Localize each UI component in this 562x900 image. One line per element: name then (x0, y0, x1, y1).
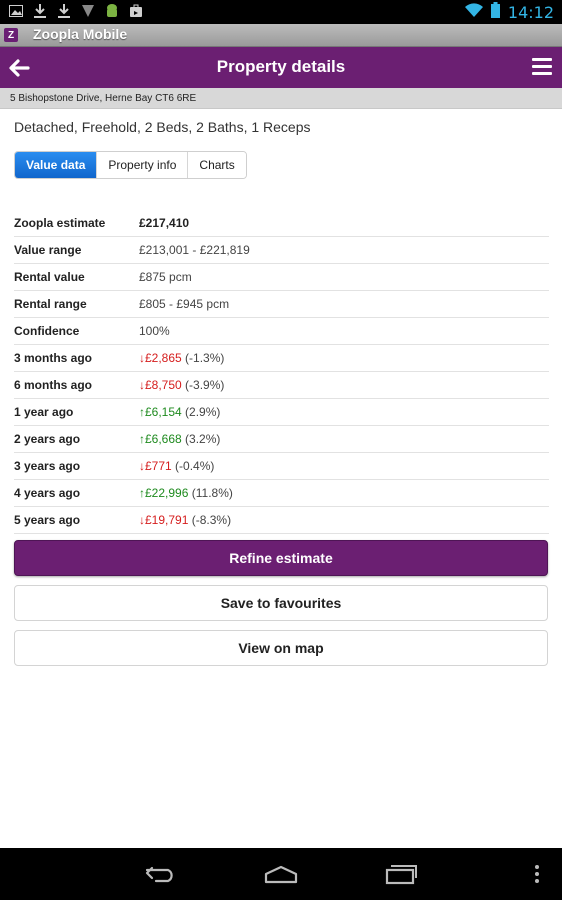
table-row: 6 months ago ↓£8,750 (-3.9%) (14, 372, 549, 399)
image-icon (8, 3, 24, 19)
tab-charts[interactable]: Charts (188, 152, 246, 178)
store-icon (128, 3, 144, 19)
table-row: Confidence 100% (14, 318, 549, 345)
row-label: 6 months ago (14, 378, 93, 392)
tab-property-info[interactable]: Property info (97, 152, 189, 178)
download-icon (32, 3, 48, 19)
property-summary: Detached, Freehold, 2 Beds, 2 Baths, 1 R… (14, 119, 311, 135)
row-value: ↓£19,791 (-8.3%) (139, 513, 231, 527)
row-value: ↑£6,668 (3.2%) (139, 432, 220, 446)
change-amount: £2,865 (145, 351, 182, 365)
property-address: 5 Bishopstone Drive, Herne Bay CT6 6RE (0, 88, 562, 109)
table-row: 4 years ago ↑£22,996 (11.8%) (14, 480, 549, 507)
change-percent: (3.2%) (185, 432, 221, 446)
nav-recent-apps-button[interactable] (381, 860, 421, 888)
row-value: ↓£2,865 (-1.3%) (139, 351, 224, 365)
row-value: 100% (139, 324, 170, 338)
view-on-map-button[interactable]: View on map (14, 630, 548, 666)
status-bar: 14:12 (0, 0, 562, 24)
table-row: Rental value £875 pcm (14, 264, 549, 291)
overflow-menu-button[interactable] (517, 860, 557, 888)
menu-icon-line (532, 58, 552, 61)
page-title: Property details (216, 57, 346, 76)
row-label: 2 years ago (14, 432, 81, 446)
change-amount: £6,154 (145, 405, 182, 419)
nav-home-button[interactable] (261, 860, 301, 888)
change-amount: £22,996 (145, 486, 189, 500)
change-percent: (11.8%) (191, 486, 233, 500)
clock: 14:12 (507, 3, 554, 22)
menu-button[interactable] (532, 58, 552, 76)
row-label: Zoopla estimate (14, 216, 106, 230)
change-amount: £771 (145, 459, 172, 473)
row-value: ↓£8,750 (-3.9%) (139, 378, 224, 392)
table-row: 5 years ago ↓£19,791 (-8.3%) (14, 507, 549, 534)
change-percent: (-0.4%) (175, 459, 215, 473)
android-icon (104, 3, 120, 19)
change-percent: (-3.9%) (185, 378, 225, 392)
row-label: Rental range (14, 297, 87, 311)
change-percent: (-8.3%) (191, 513, 232, 527)
app-icon: Z (4, 28, 18, 42)
nav-home-icon (264, 865, 298, 884)
value-data-table: Zoopla estimate £217,410 Value range £21… (14, 210, 549, 534)
download-icon (56, 3, 72, 19)
tab-bar: Value data Property info Charts (14, 151, 247, 179)
save-to-favourites-button[interactable]: Save to favourites (14, 585, 548, 621)
header: Property details (0, 47, 562, 88)
table-row: 3 years ago ↓£771 (-0.4%) (14, 453, 549, 480)
table-row: 2 years ago ↑£6,668 (3.2%) (14, 426, 549, 453)
row-value: £217,410 (139, 216, 190, 230)
battery-icon (490, 2, 500, 23)
row-value: ↓£771 (-0.4%) (139, 459, 214, 473)
row-label: 5 years ago (14, 513, 81, 527)
system-navigation-bar (0, 848, 562, 900)
row-value: £805 - £945 pcm (139, 297, 230, 311)
menu-icon-line (532, 65, 552, 68)
row-label: Value range (14, 243, 82, 257)
nav-recent-apps-icon (385, 865, 417, 885)
table-row: Value range £213,001 - £221,819 (14, 237, 549, 264)
wifi-icon (464, 3, 483, 22)
row-label: Rental value (14, 270, 85, 284)
table-row: 3 months ago ↓£2,865 (-1.3%) (14, 345, 549, 372)
nav-back-icon (145, 866, 173, 883)
row-value: £213,001 - £221,819 (139, 243, 250, 257)
change-percent: (-1.3%) (185, 351, 225, 365)
overflow-dots-icon (535, 865, 539, 883)
table-row: Rental range £805 - £945 pcm (14, 291, 549, 318)
change-amount: £8,750 (145, 378, 182, 392)
menu-icon-line (532, 72, 552, 75)
row-value: ↑£22,996 (11.8%) (139, 486, 233, 500)
table-row: 1 year ago ↑£6,154 (2.9%) (14, 399, 549, 426)
app-title: Zoopla Mobile (33, 26, 128, 42)
app-title-bar: Z Zoopla Mobile (0, 24, 562, 47)
row-value: £875 pcm (139, 270, 192, 284)
row-value: ↑£6,154 (2.9%) (139, 405, 220, 419)
refine-estimate-button[interactable]: Refine estimate (14, 540, 548, 576)
row-label: 3 months ago (14, 351, 93, 365)
nav-back-button[interactable] (141, 860, 181, 888)
row-label: 4 years ago (14, 486, 81, 500)
signal-off-icon (80, 3, 96, 19)
row-label: 1 year ago (14, 405, 74, 419)
change-amount: £19,791 (145, 513, 189, 527)
change-percent: (2.9%) (185, 405, 221, 419)
tab-value-data[interactable]: Value data (15, 152, 98, 178)
row-label: 3 years ago (14, 459, 81, 473)
notification-icons (8, 3, 144, 19)
table-row: Zoopla estimate £217,410 (14, 210, 549, 237)
row-label: Confidence (14, 324, 80, 338)
change-amount: £6,668 (145, 432, 182, 446)
